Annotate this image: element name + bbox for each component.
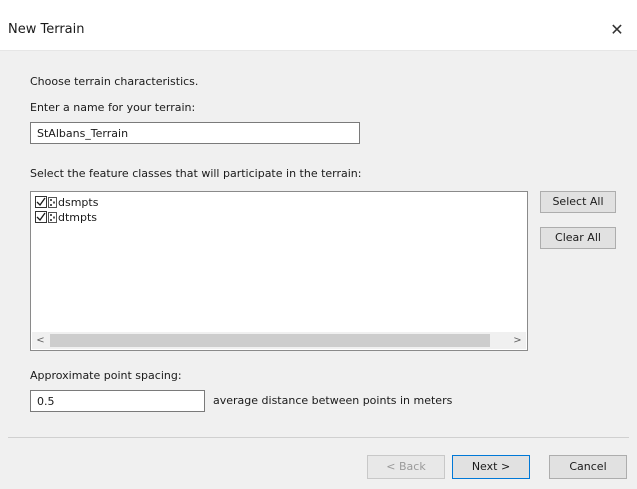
feature-class-list[interactable]: dsmpts dtmpts < > [30, 191, 528, 351]
clear-all-button[interactable]: Clear All [540, 227, 616, 249]
close-button[interactable]: ✕ [605, 18, 629, 42]
point-feature-class-icon [48, 196, 57, 208]
point-spacing-hint: average distance between points in meter… [213, 394, 453, 407]
list-item-label: dsmpts [58, 195, 99, 209]
check-icon [36, 197, 46, 207]
check-icon [36, 212, 46, 222]
new-terrain-dialog: New Terrain ✕ Choose terrain characteris… [0, 0, 637, 489]
dtmpts-checkbox[interactable] [35, 211, 47, 223]
point-spacing-label: Approximate point spacing: [30, 369, 182, 382]
point-feature-class-icon [48, 211, 57, 223]
point-spacing-input[interactable] [30, 390, 205, 412]
cancel-button[interactable]: Cancel [549, 455, 627, 479]
terrain-name-input[interactable] [30, 122, 360, 144]
select-all-button[interactable]: Select All [540, 191, 616, 213]
scroll-left-button[interactable]: < [32, 332, 49, 349]
dialog-footer: < Back Next > Cancel [0, 438, 637, 489]
close-icon: ✕ [610, 20, 624, 39]
dialog-title: New Terrain [8, 22, 85, 37]
feature-classes-label: Select the feature classes that will par… [30, 167, 362, 180]
list-item-dsmpts[interactable]: dsmpts [35, 194, 98, 210]
title-bar: New Terrain ✕ [0, 12, 637, 51]
next-button[interactable]: Next > [452, 455, 530, 479]
back-button[interactable]: < Back [367, 455, 445, 479]
scroll-right-button[interactable]: > [509, 332, 526, 349]
list-item-label: dtmpts [58, 210, 98, 224]
top-strip [0, 0, 637, 12]
horizontal-scrollbar[interactable]: < > [32, 332, 526, 349]
scroll-thumb[interactable] [50, 334, 490, 347]
list-item-dtmpts[interactable]: dtmpts [35, 209, 97, 225]
terrain-name-label: Enter a name for your terrain: [30, 101, 196, 114]
heading-label: Choose terrain characteristics. [30, 75, 199, 88]
dsmpts-checkbox[interactable] [35, 196, 47, 208]
